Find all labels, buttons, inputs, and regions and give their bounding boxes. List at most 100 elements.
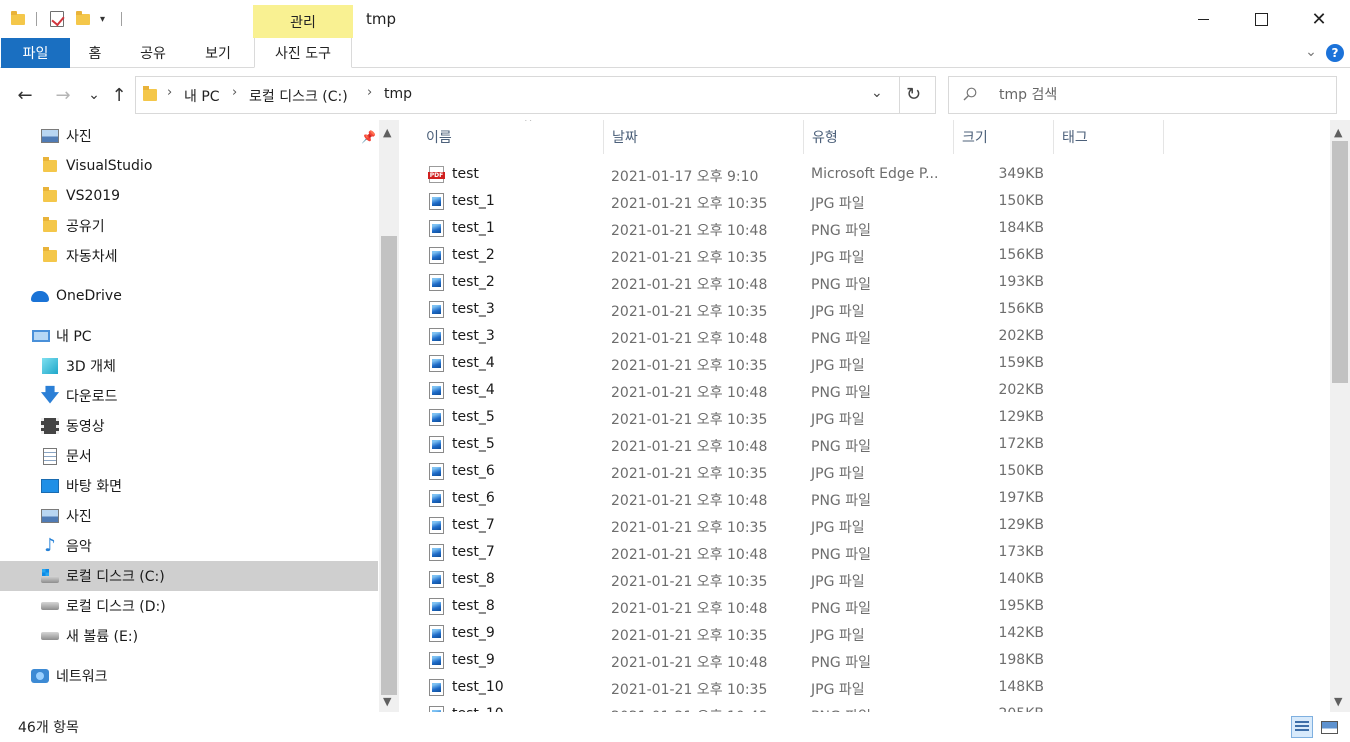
large-icons-view-button[interactable]: [1318, 716, 1340, 738]
nav-item-local-disk-d[interactable]: 로컬 디스크 (D:): [0, 591, 378, 621]
nav-item-pictures[interactable]: 사진: [0, 501, 378, 531]
file-row[interactable]: test_7 2021-01-21 오후 10:35 JPG 파일 129KB: [400, 512, 1330, 539]
back-button[interactable]: ←: [14, 82, 36, 108]
file-type: PNG 파일: [811, 493, 871, 509]
file-row[interactable]: test 2021-01-17 오후 9:10 Microsoft Edge P..…: [400, 161, 1330, 188]
column-header-label: 태그: [1062, 130, 1088, 146]
nav-item-documents[interactable]: 문서: [0, 441, 378, 471]
file-row[interactable]: test_2 2021-01-21 오후 10:35 JPG 파일 156KB: [400, 242, 1330, 269]
file-row[interactable]: test_4 2021-01-21 오후 10:35 JPG 파일 159KB: [400, 350, 1330, 377]
breadcrumb-local-disk-c[interactable]: 로컬 디스크 (C:): [249, 86, 348, 106]
file-type: JPG 파일: [811, 250, 865, 266]
breadcrumb-this-pc[interactable]: 내 PC: [184, 86, 220, 106]
tab-picture-tools[interactable]: 사진 도구: [254, 38, 352, 68]
nav-item-router[interactable]: 공유기: [0, 211, 378, 241]
folder-icon: [41, 157, 59, 175]
search-box[interactable]: [948, 76, 1337, 114]
file-row[interactable]: test_7 2021-01-21 오후 10:48 PNG 파일 173KB: [400, 539, 1330, 566]
maximize-button[interactable]: [1232, 0, 1290, 38]
tab-home-label: 홈: [88, 46, 102, 62]
file-row[interactable]: test_2 2021-01-21 오후 10:48 PNG 파일 193KB: [400, 269, 1330, 296]
nav-item-local-disk-c[interactable]: 로컬 디스크 (C:): [0, 561, 378, 591]
breadcrumb-tmp[interactable]: tmp: [384, 86, 412, 102]
nav-item-new-volume-e[interactable]: 새 볼륨 (E:): [0, 621, 378, 651]
file-row[interactable]: test_9 2021-01-21 오후 10:48 PNG 파일 198KB: [400, 647, 1330, 674]
file-row[interactable]: test_6 2021-01-21 오후 10:48 PNG 파일 197KB: [400, 485, 1330, 512]
column-header-date[interactable]: 날짜: [604, 120, 804, 154]
details-view-button[interactable]: [1291, 716, 1313, 738]
nav-item-car-tax[interactable]: 자동차세: [0, 241, 378, 271]
quick-access-folder-icon[interactable]: [11, 9, 25, 29]
nav-item-desktop[interactable]: 바탕 화면: [0, 471, 378, 501]
refresh-icon[interactable]: ↻: [906, 84, 921, 105]
nav-item-label: VisualStudio: [66, 158, 153, 174]
minimize-button[interactable]: [1174, 0, 1232, 38]
quick-access-new-folder-icon[interactable]: [76, 9, 90, 29]
file-name: test_2: [452, 247, 495, 263]
scrollbar-thumb[interactable]: [1332, 141, 1348, 383]
scroll-down-icon[interactable]: ▼: [1334, 695, 1342, 708]
breadcrumb-separator[interactable]: ›: [367, 85, 372, 100]
quick-access-customize-icon[interactable]: ▾: [100, 9, 105, 29]
nav-item-onedrive[interactable]: OneDrive: [0, 281, 378, 311]
scrollbar-thumb[interactable]: [381, 236, 397, 695]
tab-file[interactable]: 파일: [1, 38, 70, 68]
file-row[interactable]: test_5 2021-01-21 오후 10:48 PNG 파일 172KB: [400, 431, 1330, 458]
nav-item-music[interactable]: ♪ 음악: [0, 531, 378, 561]
nav-item-pictures-quick[interactable]: 사진 📌: [0, 121, 378, 151]
nav-item-this-pc[interactable]: 내 PC: [0, 321, 378, 351]
file-type: JPG 파일: [811, 682, 865, 698]
tab-share[interactable]: 공유: [132, 38, 174, 68]
nav-item-videos[interactable]: 동영상: [0, 411, 378, 441]
column-header-name[interactable]: 이름 ^: [418, 120, 604, 154]
file-list-scrollbar[interactable]: ▲ ▼: [1330, 120, 1350, 712]
image-icon: [429, 517, 444, 534]
folder-icon: [41, 217, 59, 235]
file-row[interactable]: test_9 2021-01-21 오후 10:35 JPG 파일 142KB: [400, 620, 1330, 647]
search-input[interactable]: [999, 85, 1319, 105]
file-row[interactable]: test_10 2021-01-21 오후 10:35 JPG 파일 148KB: [400, 674, 1330, 701]
quick-access-properties-icon[interactable]: [50, 9, 64, 29]
file-row[interactable]: test_3 2021-01-21 오후 10:35 JPG 파일 156KB: [400, 296, 1330, 323]
file-name: test_3: [452, 301, 495, 317]
scroll-down-icon[interactable]: ▼: [383, 695, 391, 708]
tab-home[interactable]: 홈: [80, 38, 110, 68]
close-button[interactable]: ✕: [1290, 0, 1348, 38]
column-header-label: 날짜: [612, 130, 638, 146]
expand-ribbon-icon[interactable]: ⌄: [1303, 44, 1319, 60]
folder-icon: [41, 247, 59, 265]
file-row[interactable]: test_102021-01-21 오후 10:48PNG 파일205KB: [400, 701, 1330, 712]
file-row[interactable]: test_4 2021-01-21 오후 10:48 PNG 파일 202KB: [400, 377, 1330, 404]
nav-item-network[interactable]: 네트워크: [0, 661, 378, 691]
nav-item-vs2019[interactable]: VS2019: [0, 181, 378, 211]
address-bar[interactable]: › 내 PC › 로컬 디스크 (C:) › tmp ⌄ ↻: [135, 76, 936, 114]
nav-pane-scrollbar[interactable]: ▲ ▼: [379, 120, 399, 712]
nav-item-visualstudio[interactable]: VisualStudio: [0, 151, 378, 181]
column-header-type[interactable]: 유형: [804, 120, 954, 154]
file-row[interactable]: test_8 2021-01-21 오후 10:48 PNG 파일 195KB: [400, 593, 1330, 620]
up-button[interactable]: ↑: [108, 82, 130, 108]
file-row[interactable]: test_5 2021-01-21 오후 10:35 JPG 파일 129KB: [400, 404, 1330, 431]
column-header-size[interactable]: 크기: [954, 120, 1054, 154]
file-row[interactable]: test_6 2021-01-21 오후 10:35 JPG 파일 150KB: [400, 458, 1330, 485]
file-row[interactable]: test_1 2021-01-21 오후 10:35 JPG 파일 150KB: [400, 188, 1330, 215]
file-row[interactable]: test_3 2021-01-21 오후 10:48 PNG 파일 202KB: [400, 323, 1330, 350]
nav-item-3d-objects[interactable]: 3D 개체: [0, 351, 378, 381]
scroll-up-icon[interactable]: ▲: [1334, 126, 1342, 139]
file-row[interactable]: test_1 2021-01-21 오후 10:48 PNG 파일 184KB: [400, 215, 1330, 242]
file-type: PNG 파일: [811, 385, 871, 401]
breadcrumb-separator[interactable]: ›: [232, 85, 237, 100]
recent-locations-button[interactable]: ⌄: [86, 82, 102, 108]
forward-button[interactable]: →: [52, 82, 74, 108]
file-row[interactable]: test_8 2021-01-21 오후 10:35 JPG 파일 140KB: [400, 566, 1330, 593]
tab-view[interactable]: 보기: [197, 38, 239, 68]
pin-icon[interactable]: 📌: [361, 130, 376, 144]
help-icon[interactable]: ?: [1326, 44, 1344, 62]
scroll-up-icon[interactable]: ▲: [383, 126, 391, 139]
breadcrumb-separator[interactable]: ›: [167, 85, 172, 100]
file-size: 202KB: [998, 328, 1044, 344]
column-header-tags[interactable]: 태그: [1054, 120, 1164, 154]
address-dropdown-icon[interactable]: ⌄: [871, 85, 883, 101]
nav-item-downloads[interactable]: 🡇 다운로드: [0, 381, 378, 411]
manage-contextual-tab[interactable]: 관리: [253, 5, 353, 38]
